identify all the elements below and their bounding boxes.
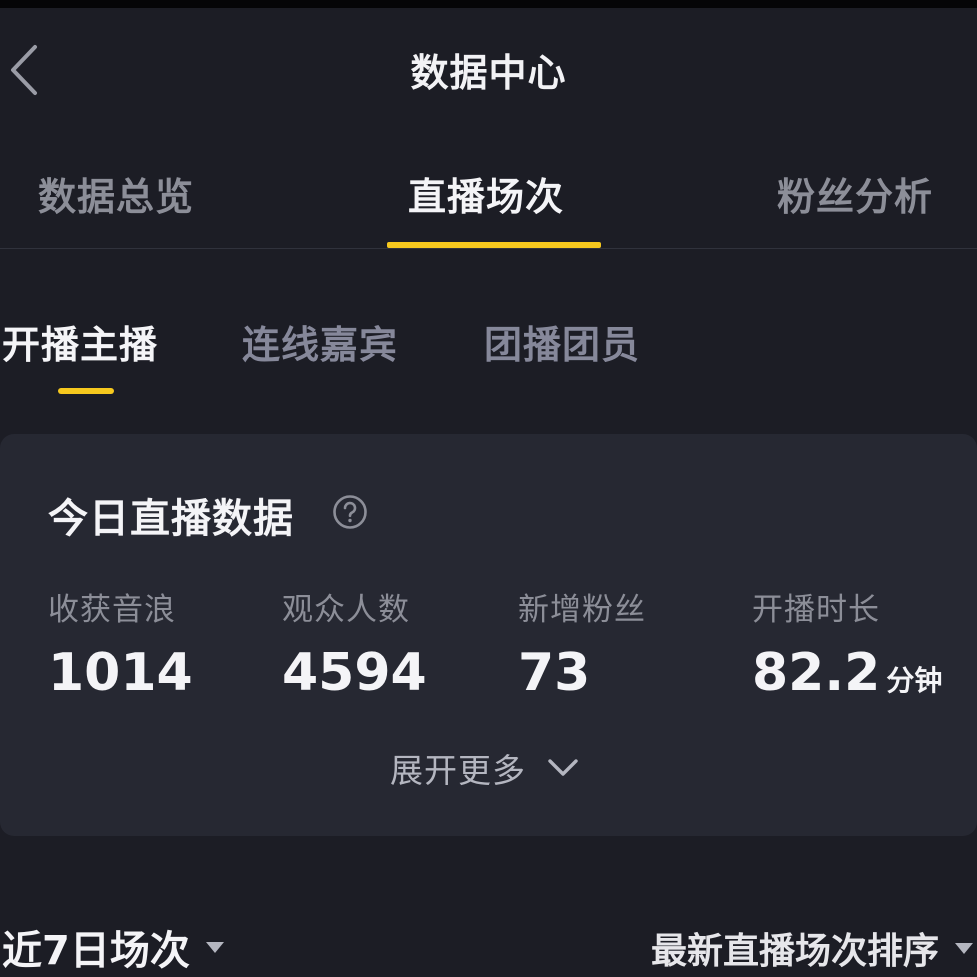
today-live-data-card: 今日直播数据 收获音浪 1014 观众人数 4594 新增粉丝 73 开播时长 [0,434,977,836]
card-title: 今日直播数据 [48,496,294,542]
status-bar-strip [0,0,977,8]
stat-live-duration: 开播时长 82.2 分钟 [752,584,942,703]
date-range-dropdown[interactable]: 近7日场次 [2,918,224,976]
stat-label: 新增粉丝 [518,592,646,628]
tab-fan-analysis[interactable]: 粉丝分析 [777,166,933,221]
caret-down-icon [955,942,973,954]
tab-data-overview[interactable]: 数据总览 [38,166,194,221]
subtab-linked-guest[interactable]: 连线嘉宾 [242,314,398,369]
stat-unit: 分钟 [886,664,943,697]
date-range-label: 近7日场次 [2,928,190,974]
chevron-down-icon [548,759,578,776]
stat-value: 4594 [282,643,427,703]
stat-viewers: 观众人数 4594 [282,584,427,703]
tab-live-sessions[interactable]: 直播场次 [408,166,564,221]
stat-value: 73 [518,643,591,703]
sort-dropdown[interactable]: 最新直播场次排序 [651,922,973,974]
page-title: 数据中心 [410,51,567,95]
caret-down-icon [205,941,224,953]
subtab-team-member[interactable]: 团播团员 [484,314,640,369]
stat-value: 1014 [48,643,193,703]
data-center-page: 数据中心 数据总览 直播场次 粉丝分析 开播主播 连线嘉宾 团播团员 今日直播数… [0,0,977,977]
stat-income: 收获音浪 1014 [48,584,193,703]
stat-value: 82.2 [752,643,881,703]
subtab-indicator [58,388,114,394]
stat-new-fans: 新增粉丝 73 [518,584,646,703]
stat-label: 收获音浪 [48,592,176,628]
question-circle-icon[interactable] [332,494,368,530]
main-tab-bar: 数据总览 直播场次 粉丝分析 [0,160,977,249]
stat-label: 开播时长 [752,592,880,628]
expand-more-button[interactable]: 展开更多 [390,744,580,792]
subtab-host[interactable]: 开播主播 [2,314,158,369]
stat-label: 观众人数 [282,592,410,628]
sort-label: 最新直播场次排序 [650,931,939,972]
main-tab-indicator [387,242,601,248]
expand-more-label: 展开更多 [390,751,526,790]
